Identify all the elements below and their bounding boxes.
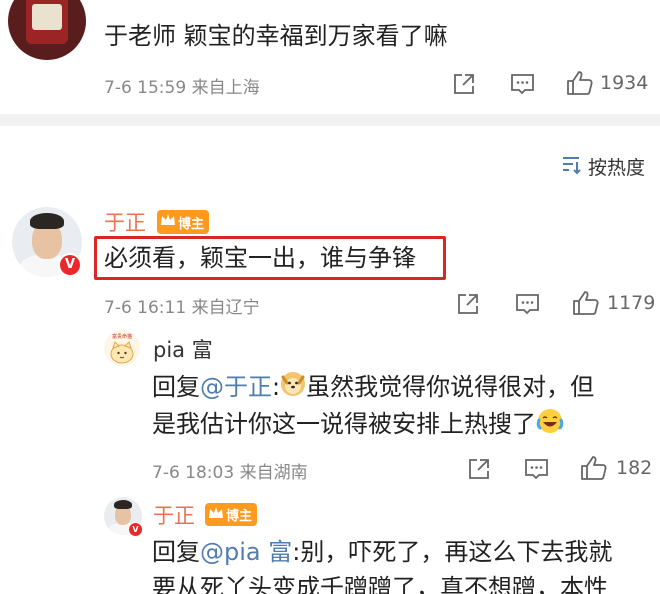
comment-author-name[interactable]: 于正 <box>104 207 146 237</box>
comment-icon[interactable] <box>510 72 535 96</box>
avatar-caption: 富贵命猫 <box>112 333 132 340</box>
top-post-text: 于老师 颖宝的幸福到万家看了嘛 <box>104 22 448 50</box>
comment-icon[interactable] <box>524 457 549 481</box>
reply-text-line2: 要从死丫头变成千蹭蹭了，真不想蹭，本性 <box>152 574 608 594</box>
reply-text-line1: 回复@pia 富:别，吓死了，再这么下去我就 <box>152 538 613 566</box>
top-post-meta: 7-6 15:59 来自上海 <box>104 78 260 98</box>
reply-author-name[interactable]: 于正 <box>153 500 195 530</box>
reply-like-count: 182 <box>616 457 653 479</box>
thumbs-up-icon[interactable] <box>572 290 600 316</box>
reply-text-line2: 是我估计你这一说得被安排上热搜了 <box>152 407 564 443</box>
thumbs-up-icon[interactable] <box>580 455 608 481</box>
reply-text-line1: 回复@于正: 虽然我觉得你说得很对，但 <box>152 371 594 405</box>
crown-icon <box>160 213 176 231</box>
comment-text: 必须看，颖宝一出，谁与争锋 <box>104 244 416 272</box>
mention-link[interactable]: @于正 <box>200 373 272 401</box>
doge-emoji-icon <box>280 371 306 405</box>
share-icon[interactable] <box>467 457 491 481</box>
reply-author-name[interactable]: pia 富 <box>153 334 213 364</box>
reply-author-avatar[interactable]: 富贵命猫 <box>104 330 140 366</box>
verified-badge-icon: V <box>58 253 82 277</box>
crown-icon <box>208 506 224 524</box>
share-icon[interactable] <box>452 72 476 96</box>
reply-meta: 7-6 18:03 来自湖南 <box>152 463 308 483</box>
comment-icon[interactable] <box>515 292 540 316</box>
top-post-like-count: 1934 <box>600 72 649 94</box>
sort-by-hot-button[interactable]: 按热度 <box>588 153 645 180</box>
thumbs-up-icon[interactable] <box>566 70 594 96</box>
share-icon[interactable] <box>456 292 480 316</box>
laugh-cry-emoji-icon <box>536 407 564 443</box>
blogger-badge: 博主 <box>157 210 210 234</box>
mention-link[interactable]: @pia 富 <box>200 538 292 566</box>
comment-like-count: 1179 <box>607 292 656 314</box>
comment-meta: 7-6 16:11 来自辽宁 <box>104 298 260 318</box>
sort-icon[interactable] <box>560 155 582 175</box>
section-divider <box>0 114 660 126</box>
blogger-badge: 博主 <box>205 503 258 526</box>
verified-badge-icon: V <box>128 522 143 537</box>
top-post-avatar[interactable] <box>8 0 86 60</box>
